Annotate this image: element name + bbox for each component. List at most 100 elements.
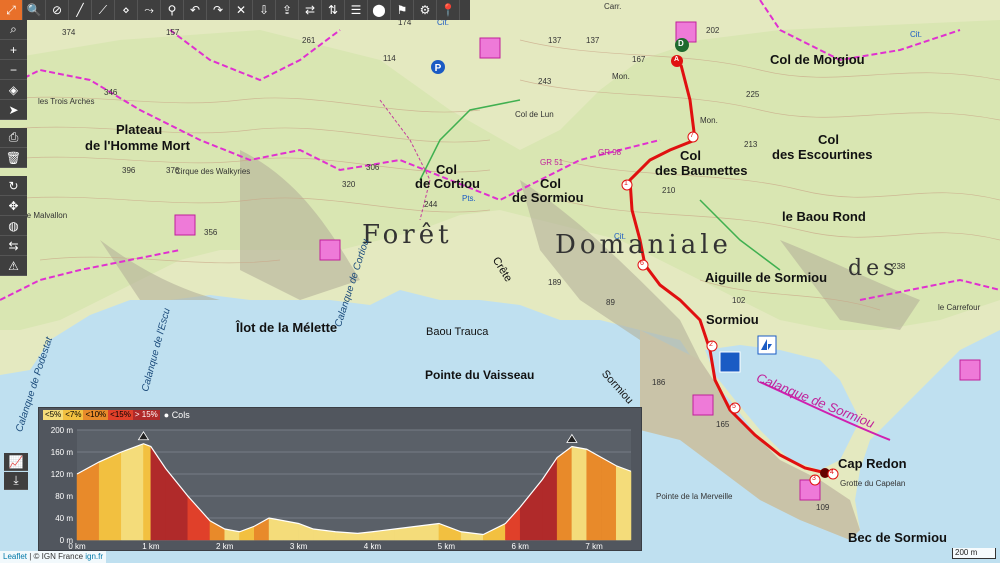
elevation-label: 157 <box>166 28 180 37</box>
send-icon[interactable]: ➤ <box>0 100 27 120</box>
elevation-chart[interactable]: 0 m40 m80 m120 m160 m200 m0 km 1 km 2 km 3 … <box>39 422 641 550</box>
label-homme-mort: de l'Homme Mort <box>85 138 190 153</box>
draw-line-icon[interactable]: ╱ <box>69 0 92 20</box>
elevation-segment <box>571 446 587 541</box>
waypoint-label: 7 <box>690 132 694 139</box>
trash-icon[interactable]: 🗑 <box>0 148 27 168</box>
zoom-in-icon[interactable]: + <box>0 40 27 60</box>
hide-icon[interactable]: ✕ <box>230 0 253 20</box>
label-col-cortiou-1: Col <box>436 162 457 177</box>
label-pointe-merveille: Pointe de la Merveille <box>656 492 733 501</box>
bike-icon[interactable]: ⚲ <box>161 0 184 20</box>
y-tick-label: 200 m <box>51 426 74 435</box>
fullscreen-icon[interactable]: ⤢ <box>0 0 23 20</box>
label-col-sormiou-1: Col <box>540 176 561 191</box>
elevation-label: 102 <box>732 296 746 305</box>
eye-slash-icon[interactable]: ⊘ <box>46 0 69 20</box>
ign-link[interactable]: ign.fr <box>85 552 103 561</box>
elevation-segment <box>268 517 285 541</box>
legend-lt15: <15% <box>108 410 133 420</box>
warning-icon[interactable]: ⚠ <box>0 256 27 276</box>
elevation-label: 114 <box>383 54 396 63</box>
legend-lt5: <5% <box>43 410 64 420</box>
leaflet-link[interactable]: Leaflet <box>3 552 27 561</box>
sort-icon[interactable]: ⇅ <box>322 0 345 20</box>
elevation-label: 306 <box>366 163 380 172</box>
label-col-baumettes-2: des Baumettes <box>655 163 748 178</box>
elevation-label: 376 <box>166 166 180 175</box>
x-tick-label: 7 km <box>585 542 603 550</box>
y-tick-label: 120 m <box>51 470 74 479</box>
viewpoint-icon-1 <box>479 37 501 59</box>
elevation-label: 374 <box>62 28 76 37</box>
globe-icon[interactable]: ◍ <box>0 216 27 236</box>
viewpoint-icon-5 <box>692 394 714 416</box>
refresh-icon[interactable]: ↻ <box>0 176 27 196</box>
left-sidebar: ⌕ + − ◈ ➤ ⎙ 🗑 ↻ ✥ ◍ ⇆ ⚠ <box>0 20 27 276</box>
map-attribution: Leaflet | © IGN France ign.fr <box>0 551 107 563</box>
x-tick-label: 5 km <box>438 542 456 550</box>
elevation-profile-panel[interactable]: <5% <7% <10% <15% > 15% ● Cols 0 m 40 m 80… <box>38 407 642 551</box>
settings-icon[interactable]: ⚙ <box>414 0 437 20</box>
scale-bar: 200 m <box>952 548 996 559</box>
undo-icon[interactable]: ↶ <box>184 0 207 20</box>
layers-icon[interactable]: ◈ <box>0 80 27 100</box>
elevation-segment <box>601 457 617 541</box>
svg-text:P: P <box>435 63 442 74</box>
search-icon[interactable]: 🔍 <box>23 0 46 20</box>
nodes-icon[interactable]: ⋄ <box>115 0 138 20</box>
start-marker-label: D <box>678 39 684 48</box>
label-domaniale: Domaniale <box>555 230 732 260</box>
waypoint-label: 2 <box>709 341 713 348</box>
redo-icon[interactable]: ↷ <box>207 0 230 20</box>
zoom-out-icon[interactable]: − <box>0 60 27 80</box>
search-icon[interactable]: ⌕ <box>0 20 27 40</box>
label-des: des <box>848 256 899 281</box>
marker-icon[interactable]: ⬤ <box>368 0 391 20</box>
y-tick-label: 80 m <box>55 492 73 501</box>
elevation-label: 137 <box>586 36 600 45</box>
label-pts: Pts. <box>462 194 476 203</box>
route-icon[interactable]: ⤳ <box>138 0 161 20</box>
list-icon[interactable]: ☰ <box>345 0 368 20</box>
chart-icon[interactable]: 📈 <box>4 453 28 471</box>
label-baou-trauca: Baou Trauca <box>426 326 489 338</box>
map-pin-icon[interactable]: ⚑ <box>391 0 414 20</box>
measure-icon[interactable]: ✥ <box>0 196 27 216</box>
label-cit-3: Cit. <box>910 30 922 39</box>
draw-multiline-icon[interactable]: ⟋ <box>92 0 115 20</box>
elevation-label: 186 <box>652 378 666 387</box>
x-tick-label: 1 km <box>142 542 160 550</box>
x-tick-label: 3 km <box>290 542 308 550</box>
label-col-escourtines-2: des Escourtines <box>772 147 873 162</box>
legend-lt10: <10% <box>83 410 109 420</box>
elevation-label: 202 <box>706 26 720 35</box>
label-baou-rond: le Baou Rond <box>782 209 866 224</box>
x-tick-label: 2 km <box>216 542 234 550</box>
label-col-baumettes-1: Col <box>680 148 701 163</box>
export-icon[interactable]: ⇩ <box>253 0 276 20</box>
elevation-segment <box>143 443 152 541</box>
share-route-icon[interactable]: ⇪ <box>276 0 299 20</box>
elevation-label: 89 <box>606 298 615 307</box>
label-plateau: Plateau <box>116 122 163 137</box>
label-gr98: GR 98 <box>598 148 622 157</box>
elevation-label: 109 <box>816 503 830 512</box>
label-col-morgiou: Col de Morgiou <box>770 52 865 67</box>
waypoint-label: 5 <box>732 403 736 410</box>
swap-icon[interactable]: ⇄ <box>299 0 322 20</box>
viewpoint-icon-7 <box>959 359 981 381</box>
legend-cols-label: Cols <box>171 410 190 420</box>
label-gr51: GR 51 <box>540 158 564 167</box>
label-bec-sormiou: Bec de Sormiou <box>848 530 947 545</box>
print-icon[interactable]: ⎙ <box>0 128 27 148</box>
elevation-label: 167 <box>632 55 646 64</box>
waypoint-label: 3 <box>812 475 816 482</box>
share-icon[interactable]: ⇆ <box>0 236 27 256</box>
download-icon[interactable]: ⤓ <box>4 472 28 490</box>
elevation-segment <box>556 446 573 541</box>
y-tick-label: 40 m <box>55 514 73 523</box>
x-tick-label: 6 km <box>512 542 530 550</box>
pin-icon[interactable]: 📍 <box>437 0 460 20</box>
elevation-label: 137 <box>548 36 562 45</box>
